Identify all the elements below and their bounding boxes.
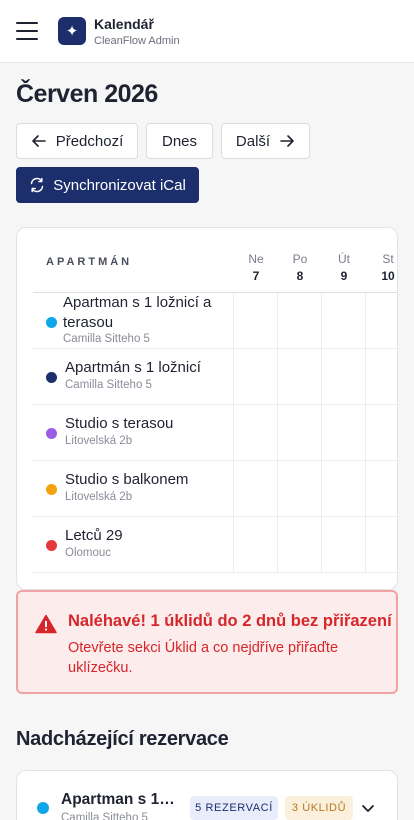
calendar-cell[interactable] xyxy=(365,405,397,460)
page-title: Červen 2026 xyxy=(16,80,158,108)
calendar-cell[interactable] xyxy=(365,517,397,572)
cleanings-count-badge: 3 ÚKLIDŮ xyxy=(285,796,353,820)
app-title: Kalendář xyxy=(94,16,154,32)
calendar-cell[interactable] xyxy=(321,349,365,404)
apartment-name: Letců 29 xyxy=(65,527,123,544)
calendar-cell[interactable] xyxy=(233,461,277,516)
apartment-name: Apartman s 1 ložnicí a terasou xyxy=(63,294,212,331)
apartment-color-dot xyxy=(46,540,57,551)
apartment-name: Studio s terasou xyxy=(65,415,174,432)
next-button-label: Další xyxy=(235,132,271,150)
apartment-column-header: APARTMÁN xyxy=(46,256,133,268)
menu-icon[interactable] xyxy=(16,22,38,41)
day-number: 9 xyxy=(340,269,348,283)
calendar-grid: APARTMÁN Ne 7 Po 8 Út 9 St 10 Apartman s… xyxy=(16,227,398,590)
reservations-count-badge: 5 REZERVACÍ xyxy=(190,796,278,820)
day-name: Ne xyxy=(248,252,264,266)
calendar-cell[interactable] xyxy=(233,517,277,572)
previous-button[interactable]: Předchozí xyxy=(16,123,138,159)
sync-ical-button-label: Synchronizovat iCal xyxy=(53,176,186,194)
upcoming-reservations-heading: Nadcházející rezervace xyxy=(16,728,229,750)
apartment-color-dot xyxy=(37,802,49,814)
sync-ical-button[interactable]: Synchronizovat iCal xyxy=(16,167,199,203)
urgent-cleaning-alert: Naléhavé! 1 úklidů do 2 dnů bez přiřazen… xyxy=(16,590,398,694)
calendar-cell[interactable] xyxy=(365,293,397,348)
alert-message: Otevřete sekci Úklid a co nejdříve přiřa… xyxy=(68,640,339,676)
previous-button-label: Předchozí xyxy=(55,132,124,150)
apartment-row[interactable]: Apartman s 1 ložnicí a terasou Camilla S… xyxy=(33,293,397,349)
apartment-row[interactable]: Apartmán s 1 ložnicí Camilla Sitteho 5 xyxy=(33,349,397,405)
calendar-cell[interactable] xyxy=(233,293,277,348)
apartment-color-dot xyxy=(46,317,57,328)
next-button[interactable]: Další xyxy=(221,123,310,159)
today-button-label: Dnes xyxy=(161,132,198,150)
alert-title: Naléhavé! 1 úklidů do 2 dnů bez přiřazen… xyxy=(68,612,392,630)
day-number: 10 xyxy=(381,269,395,283)
calendar-cell[interactable] xyxy=(277,293,321,348)
apartment-address: Camilla Sitteho 5 xyxy=(63,333,150,345)
arrow-left-icon xyxy=(31,135,46,147)
app-logo: ✦ xyxy=(58,17,86,45)
reservation-apartment-name: Apartman s 1 ložnicí a terasou xyxy=(61,791,179,808)
calendar-cell[interactable] xyxy=(365,349,397,404)
reservation-card[interactable]: Apartman s 1 ložnicí a terasou Camilla S… xyxy=(16,770,398,820)
calendar-cell[interactable] xyxy=(277,461,321,516)
calendar-cell[interactable] xyxy=(233,405,277,460)
calendar-cell[interactable] xyxy=(233,349,277,404)
calendar-cell[interactable] xyxy=(277,517,321,572)
apartment-address: Litovelská 2b xyxy=(65,491,133,503)
apartment-name: Apartmán s 1 ložnicí xyxy=(65,359,201,376)
reservation-apartment-address: Camilla Sitteho 5 xyxy=(61,812,148,820)
warning-icon xyxy=(35,614,57,634)
apartment-address: Olomouc xyxy=(65,547,112,559)
chevron-down-icon[interactable] xyxy=(359,799,377,817)
logo-glyph: ✦ xyxy=(65,23,79,40)
day-name: Po xyxy=(292,252,308,266)
day-number: 8 xyxy=(296,269,304,283)
apartment-row[interactable]: Studio s terasou Litovelská 2b xyxy=(33,405,397,461)
sync-icon xyxy=(30,177,44,193)
apartment-color-dot xyxy=(46,372,57,383)
calendar-cell[interactable] xyxy=(321,293,365,348)
apartment-name: Studio s balkonem xyxy=(65,471,189,488)
day-header: Po 8 xyxy=(278,252,322,283)
apartment-address: Camilla Sitteho 5 xyxy=(65,379,152,391)
day-name: Út xyxy=(338,252,350,266)
calendar-cell[interactable] xyxy=(277,349,321,404)
apartment-address: Litovelská 2b xyxy=(65,435,133,447)
day-header: Út 9 xyxy=(322,252,366,283)
calendar-cell[interactable] xyxy=(321,517,365,572)
day-header: Ne 7 xyxy=(234,252,278,283)
calendar-cell[interactable] xyxy=(365,461,397,516)
apartment-color-dot xyxy=(46,428,57,439)
apartment-row[interactable]: Letců 29 Olomouc xyxy=(33,517,397,573)
calendar-cell[interactable] xyxy=(321,461,365,516)
day-name: St xyxy=(382,252,394,266)
apartment-color-dot xyxy=(46,484,57,495)
app-subtitle: CleanFlow Admin xyxy=(94,35,180,47)
day-number: 7 xyxy=(252,269,260,283)
arrow-right-icon xyxy=(280,135,294,147)
calendar-cell[interactable] xyxy=(321,405,365,460)
today-button[interactable]: Dnes xyxy=(146,123,213,159)
calendar-cell[interactable] xyxy=(277,405,321,460)
day-header: St 10 xyxy=(366,252,397,283)
apartment-row[interactable]: Studio s balkonem Litovelská 2b xyxy=(33,461,397,517)
top-bar: ✦ Kalendář CleanFlow Admin xyxy=(0,0,414,63)
